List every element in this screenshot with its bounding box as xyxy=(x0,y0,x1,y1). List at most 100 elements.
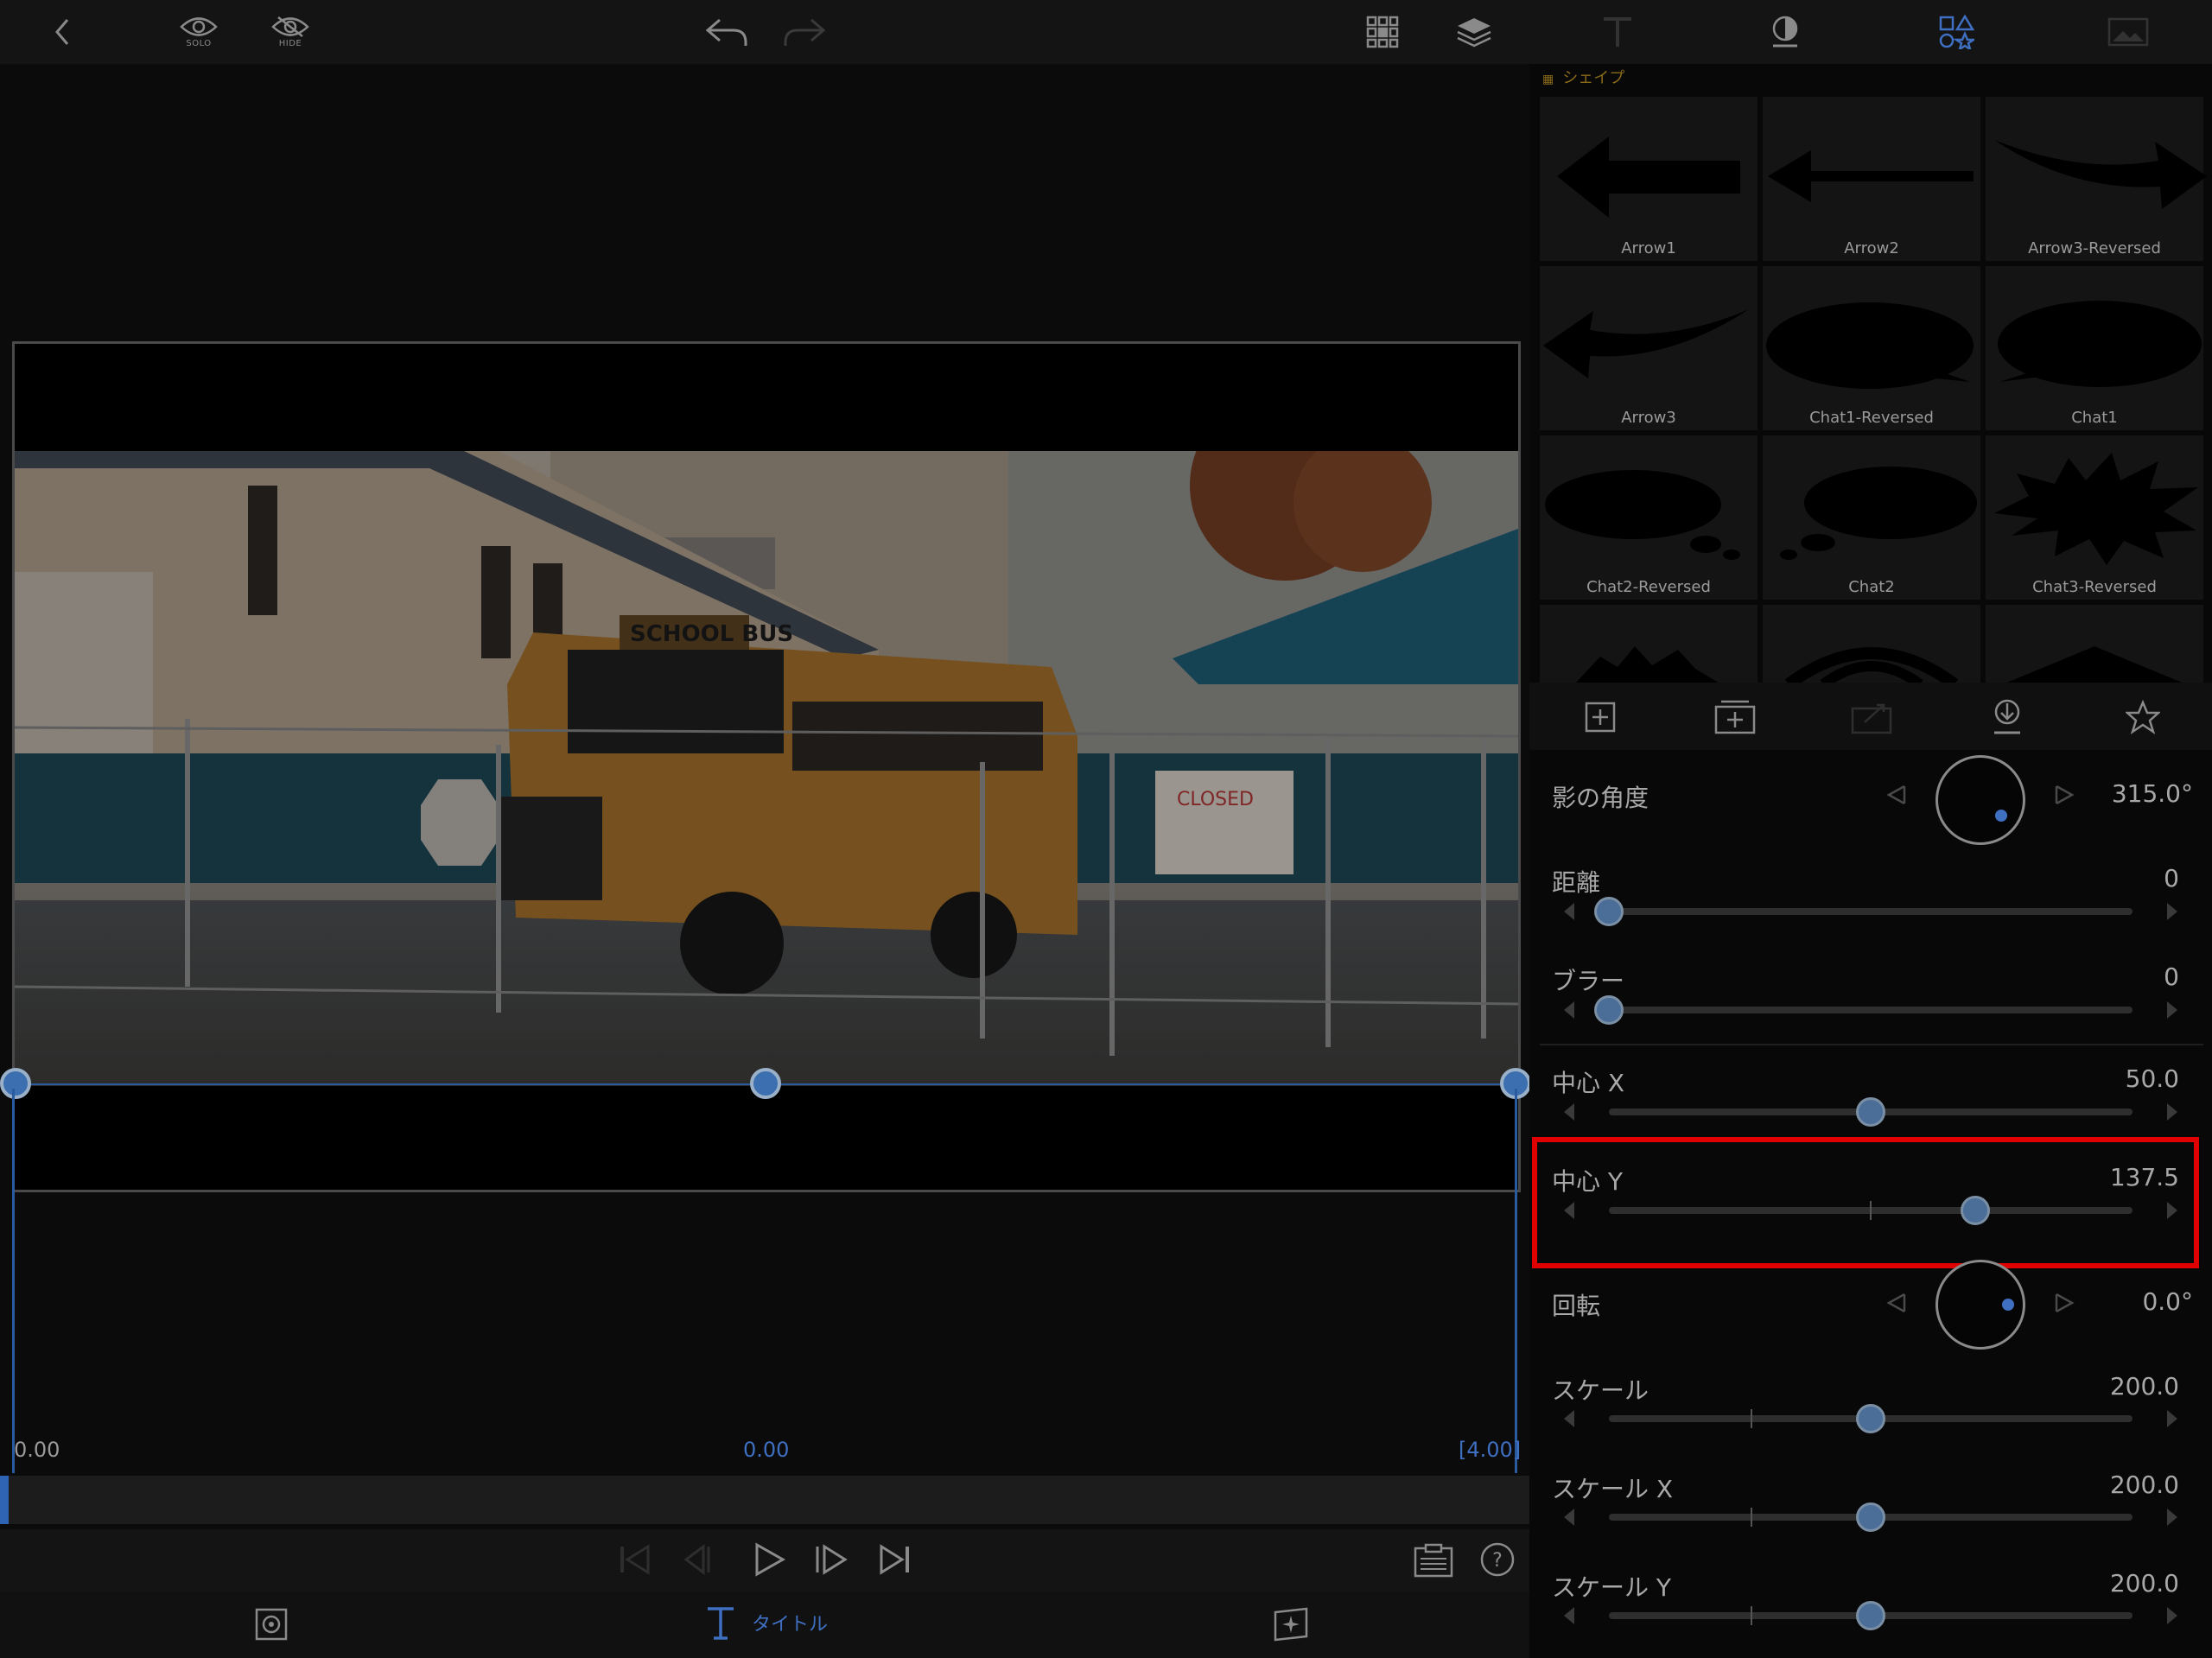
top-toolbar: SOLO HIDE xyxy=(0,0,2212,64)
shadow-angle-prev-keyframe[interactable] xyxy=(1885,783,1908,807)
shapes-grid-icon: ▦ xyxy=(1542,73,1554,86)
distance-decrement[interactable] xyxy=(1564,903,1574,920)
image-button[interactable] xyxy=(2107,9,2150,55)
title-tab[interactable]: タイトル xyxy=(705,1604,828,1642)
shape-label: Arrow3 xyxy=(1621,409,1676,427)
eye-icon xyxy=(180,17,218,36)
distance-increment[interactable] xyxy=(2167,903,2177,920)
distance-slider-knob[interactable] xyxy=(1594,897,1624,926)
scale-x-increment[interactable] xyxy=(2167,1509,2177,1526)
transform-tab[interactable] xyxy=(254,1607,289,1642)
blur-increment[interactable] xyxy=(2167,1001,2177,1019)
shape-item-chat3-reversed[interactable]: Chat3-Reversed xyxy=(1986,435,2203,600)
shapes-header-label: シェイプ xyxy=(1562,69,1625,87)
add-to-library-button[interactable] xyxy=(1714,700,1756,734)
shadow-angle-label: 影の角度 xyxy=(1552,784,1649,812)
resize-handle-center[interactable] xyxy=(750,1068,781,1099)
shapes-button[interactable] xyxy=(1937,9,1975,55)
playback-progress-bar[interactable] xyxy=(0,1476,1529,1524)
scale-y-default-mark xyxy=(1751,1606,1752,1625)
shape-item-partial[interactable] xyxy=(1763,605,1980,684)
step-back-button[interactable] xyxy=(683,1543,715,1576)
scale-x-slider[interactable] xyxy=(1609,1502,2133,1532)
keyframe-timeline[interactable] xyxy=(0,1192,1529,1473)
skip-to-end-button[interactable] xyxy=(878,1543,911,1576)
resize-handle-left[interactable] xyxy=(0,1068,31,1099)
blur-slider-knob[interactable] xyxy=(1594,995,1624,1025)
shape-item-chat1-reversed[interactable]: Chat1-Reversed xyxy=(1763,266,1980,430)
redo-icon xyxy=(784,18,826,46)
shape-item-arrow1[interactable]: Arrow1 xyxy=(1540,97,1758,261)
step-forward-button[interactable] xyxy=(814,1543,849,1576)
rotation-prev-keyframe[interactable] xyxy=(1885,1291,1908,1315)
sparkle-image-icon xyxy=(1274,1607,1308,1642)
back-chevron-icon[interactable] xyxy=(47,9,78,55)
center-x-decrement[interactable] xyxy=(1564,1103,1574,1121)
shape-item-arrow3-reversed[interactable]: Arrow3-Reversed xyxy=(1986,97,2207,261)
clipboard-icon xyxy=(1414,1543,1453,1578)
help-button[interactable]: ? xyxy=(1479,1541,1516,1578)
scale-y-slider[interactable] xyxy=(1609,1601,2133,1630)
shape-label: Chat1 xyxy=(2071,409,2118,427)
redo-button[interactable] xyxy=(781,9,828,55)
shape-item-chat1[interactable]: Chat1 xyxy=(1986,266,2203,430)
text-icon xyxy=(1604,17,1631,47)
center-x-increment[interactable] xyxy=(2167,1103,2177,1121)
shape-item-arrow3[interactable]: Arrow3 xyxy=(1540,266,1758,430)
shadow-angle-dial[interactable] xyxy=(1936,755,2025,845)
shape-label: Arrow1 xyxy=(1621,239,1676,257)
text-tool-button[interactable] xyxy=(1600,9,1635,55)
center-x-label: 中心 X xyxy=(1552,1069,1625,1097)
notes-button[interactable] xyxy=(1414,1543,1453,1578)
keyframe-next-icon xyxy=(2055,1293,2075,1313)
scale-y-increment[interactable] xyxy=(2167,1607,2177,1624)
blur-slider[interactable] xyxy=(1594,995,2133,1025)
shadow-angle-value: 315.0° xyxy=(2111,779,2193,808)
hide-label: HIDE xyxy=(278,39,302,48)
effects-tab[interactable] xyxy=(1272,1607,1310,1642)
rotation-dial[interactable] xyxy=(1936,1260,2025,1350)
scale-value: 200.0 xyxy=(2109,1372,2179,1401)
shape-item-chat2[interactable]: Chat2 xyxy=(1763,435,1980,600)
shapes-header: ▦ シェイプ xyxy=(1542,66,1624,88)
scale-y-slider-knob[interactable] xyxy=(1856,1601,1885,1630)
export-shape-button[interactable] xyxy=(1851,700,1892,734)
undo-button[interactable] xyxy=(703,9,750,55)
shape-item-partial[interactable] xyxy=(1540,605,1758,684)
shape-item-arrow2[interactable]: Arrow2 xyxy=(1763,97,1980,261)
solo-label: SOLO xyxy=(186,39,212,48)
shape-item-partial[interactable] xyxy=(1986,605,2203,684)
rotation-value: 0.0° xyxy=(2142,1287,2193,1316)
grid-view-button[interactable] xyxy=(1365,9,1400,55)
star-icon xyxy=(2126,700,2160,734)
center-x-slider[interactable] xyxy=(1609,1097,2133,1127)
skip-to-start-button[interactable] xyxy=(619,1543,652,1576)
rotation-indicator xyxy=(2002,1299,2014,1311)
solo-button[interactable]: SOLO xyxy=(178,9,219,55)
scale-slider-knob[interactable] xyxy=(1856,1404,1885,1433)
scale-increment[interactable] xyxy=(2167,1410,2177,1427)
favorite-button[interactable] xyxy=(2126,700,2160,734)
download-shape-button[interactable] xyxy=(1991,698,2024,736)
layers-icon xyxy=(1457,18,1491,48)
layers-button[interactable] xyxy=(1455,9,1493,55)
rotation-next-keyframe[interactable] xyxy=(2053,1291,2075,1315)
section-divider xyxy=(1540,1044,2203,1045)
keyframe-prev-icon xyxy=(1886,785,1906,805)
shape-item-chat2-reversed[interactable]: Chat2-Reversed xyxy=(1540,435,1758,600)
contrast-icon xyxy=(1772,16,1798,48)
hide-button[interactable]: HIDE xyxy=(270,9,311,55)
scale-y-decrement[interactable] xyxy=(1564,1607,1574,1624)
shadow-angle-next-keyframe[interactable] xyxy=(2053,783,2075,807)
play-button[interactable] xyxy=(752,1541,786,1578)
color-adjust-button[interactable] xyxy=(1768,9,1802,55)
add-shape-button[interactable] xyxy=(1585,702,1616,733)
blur-decrement[interactable] xyxy=(1564,1001,1574,1019)
scale-x-decrement[interactable] xyxy=(1564,1509,1574,1526)
scale-x-slider-knob[interactable] xyxy=(1856,1502,1885,1532)
scale-slider[interactable] xyxy=(1609,1404,2133,1433)
scale-decrement[interactable] xyxy=(1564,1410,1574,1427)
center-x-slider-knob[interactable] xyxy=(1856,1097,1885,1127)
scale-x-default-mark xyxy=(1751,1508,1752,1527)
distance-slider[interactable] xyxy=(1594,897,2133,926)
